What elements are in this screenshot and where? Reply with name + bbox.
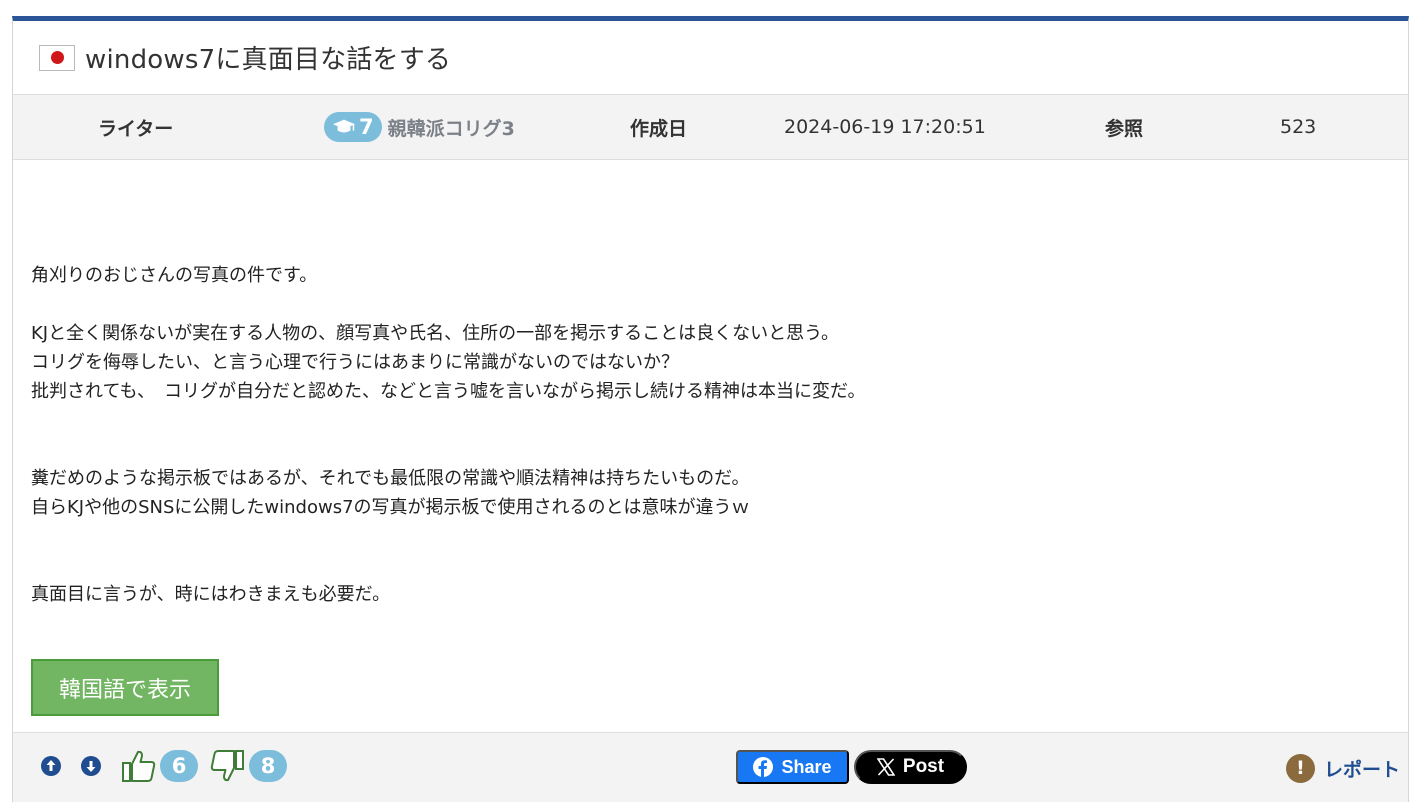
post-title: windows7に真面目な話をする <box>85 45 452 75</box>
date-label: 作成日 <box>630 117 688 140</box>
body-line <box>31 435 1391 464</box>
body-line: 自らKJや他のSNSに公開したwindows7の写真が掲示板で使用されるのとは意… <box>31 497 750 518</box>
writer-name[interactable]: 親韓派コリグ3 <box>388 114 515 141</box>
body-line: 角刈りのおじさんの写真の件です。 <box>31 265 318 286</box>
body-line <box>31 551 1391 580</box>
body-line: 批判されても、 コリグが自分だと認めた、などと言う嘘を言いながら掲示し続ける精神… <box>31 381 866 402</box>
body-line <box>31 406 1391 435</box>
x-logo-icon <box>876 758 895 776</box>
views-label: 参照 <box>1105 117 1144 140</box>
x-post-label: Post <box>902 756 945 777</box>
body-line: KJと全く関係ないが実在する人物の、顔写真や氏名、住所の一部を掲示することは良く… <box>31 323 840 344</box>
report-link[interactable]: ! レポート <box>1285 752 1400 784</box>
body-line <box>31 290 1391 319</box>
exclamation-icon: ! <box>1285 753 1315 783</box>
graduation-cap-icon <box>333 119 355 133</box>
arrow-up-icon[interactable] <box>40 755 62 777</box>
facebook-share-label: Share <box>781 756 832 777</box>
post-body: 角刈りのおじさんの写真の件です。 KJと全く関係ないが実在する人物の、顔写真や氏… <box>31 261 1391 609</box>
facebook-share-button[interactable]: Share <box>736 750 849 784</box>
body-line: 糞だめのような掲示板ではあるが、それでも最低限の常識や順法精神は持ちたいものだ。 <box>31 468 750 489</box>
date-value: 2024-06-19 17:20:51 <box>784 116 986 138</box>
post-footer: 6 8 Share Post ! レポート <box>13 732 1408 802</box>
post-header: windows7に真面目な話をする <box>13 21 1408 94</box>
facebook-icon <box>753 757 774 777</box>
writer-info[interactable]: 7 親韓派コリグ3 <box>324 95 515 159</box>
body-line: コリグを侮辱したい、と言う心理で行うにはあまりに常識がないのではないか？ <box>31 352 679 373</box>
thumbs-up-icon[interactable] <box>121 749 157 783</box>
arrow-down-icon[interactable] <box>80 755 102 777</box>
views-value: 523 <box>1280 116 1317 138</box>
translate-korean-button[interactable]: 韓国語で表示 <box>31 659 219 716</box>
x-post-button[interactable]: Post <box>854 750 967 784</box>
thumbs-down-icon[interactable] <box>209 749 245 783</box>
body-line <box>31 522 1391 551</box>
level-badge: 7 <box>324 112 382 142</box>
level-number: 7 <box>359 115 374 139</box>
post-meta: ライター 7 親韓派コリグ3 作成日 2024-06-19 17:20:51 参… <box>13 94 1408 160</box>
writer-label: ライター <box>98 117 174 140</box>
report-label: レポート <box>1323 758 1400 781</box>
upvote-count: 6 <box>160 750 198 782</box>
japan-flag-icon <box>39 44 75 71</box>
post-container: windows7に真面目な話をする ライター 7 親韓派コリグ3 作成日 202… <box>12 16 1409 802</box>
body-line: 真面目に言うが、時にはわきまえも必要だ。 <box>31 584 391 605</box>
downvote-count: 8 <box>249 750 287 782</box>
